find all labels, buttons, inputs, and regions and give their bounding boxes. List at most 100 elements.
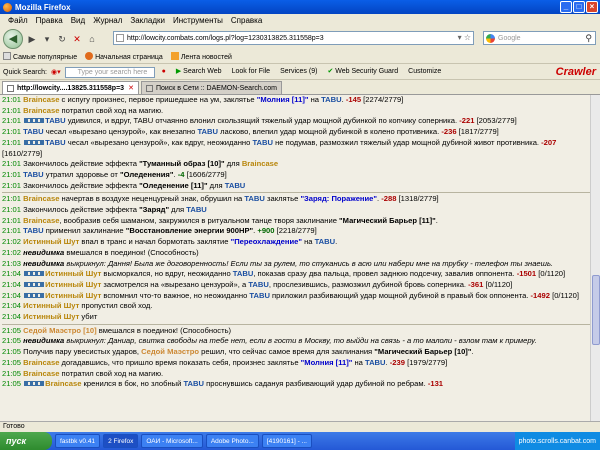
- home-icon[interactable]: ⌂: [86, 32, 98, 46]
- player-name[interactable]: Braincase: [23, 95, 59, 104]
- search-icon[interactable]: ⚲: [585, 33, 592, 44]
- minimize-button[interactable]: _: [560, 1, 572, 13]
- page-icon: [145, 84, 153, 92]
- search-web-button[interactable]: ▶ Search Web: [173, 66, 225, 78]
- close-tab-icon[interactable]: ✕: [128, 84, 134, 92]
- log-text: .: [471, 347, 474, 357]
- player-name[interactable]: Седой Маэстро [10]: [23, 326, 97, 335]
- player-name[interactable]: Истинный Шут: [23, 237, 79, 246]
- player-name[interactable]: TABU: [186, 205, 207, 214]
- tab-combats-log[interactable]: http://lowcity....13825.311558p=3 ✕: [2, 81, 139, 94]
- player-name[interactable]: Braincase: [45, 379, 81, 388]
- player-name[interactable]: Braincase: [242, 159, 278, 168]
- player-name[interactable]: Истинный Шут: [23, 301, 79, 310]
- player-name[interactable]: Braincase: [23, 369, 59, 378]
- taskbar-item[interactable]: ОАИ - Microsoft...: [141, 434, 203, 448]
- log-text: с иcпугу произнес, первое пришедшее на у…: [59, 95, 257, 104]
- log-line: 21:01 Braincase с иcпугу произнес, перво…: [2, 95, 590, 106]
- menu-file[interactable]: Файл: [4, 16, 32, 25]
- menu-history[interactable]: Журнал: [89, 16, 126, 25]
- player-name[interactable]: TABU: [45, 116, 66, 125]
- log-text: вспомнил что-то важное, но неожиданно: [101, 290, 250, 300]
- log-text: для: [224, 159, 242, 169]
- log-text: [2274/2779]: [361, 95, 404, 104]
- taskbar-item[interactable]: 2 Firefox: [103, 434, 139, 448]
- log-line: 21:05 Седой Маэстро [10] вмешался в поед…: [2, 326, 590, 337]
- bookmark-start-page[interactable]: Начальная страница: [85, 52, 163, 61]
- stop-icon[interactable]: ✕: [71, 32, 83, 46]
- player-name[interactable]: невидимка: [23, 336, 64, 345]
- player-name[interactable]: TABU: [248, 280, 269, 289]
- tab-daemon-search[interactable]: Поиск в Сети :: DAEMON-Search.com: [140, 81, 282, 94]
- look-for-file-button[interactable]: Look for File: [229, 66, 274, 78]
- menu-view[interactable]: Вид: [67, 16, 89, 25]
- quick-search-go-icon[interactable]: ●: [159, 66, 169, 78]
- scrollbar-thumb[interactable]: [592, 275, 600, 345]
- page-favicon-icon: [116, 34, 124, 42]
- player-name[interactable]: Braincase: [23, 216, 59, 225]
- player-name[interactable]: TABU: [233, 269, 254, 278]
- log-text: удивился, и вдруг, TABU отчаянно влонил …: [65, 116, 460, 126]
- customize-button[interactable]: Customize: [405, 66, 444, 78]
- menu-tools[interactable]: Инструменты: [169, 16, 227, 25]
- log-line: 21:01 Закончилось действие эффекта "Олед…: [2, 181, 590, 192]
- player-name[interactable]: TABU: [249, 291, 270, 300]
- player-name[interactable]: Braincase: [23, 106, 59, 115]
- damage-value: -221: [459, 116, 475, 126]
- chat-message: выкрикнул: Дання! Была же договоренность…: [64, 258, 554, 268]
- back-button[interactable]: ◀: [3, 28, 23, 49]
- hit-zone-icon: [24, 281, 45, 287]
- player-name[interactable]: TABU: [315, 237, 336, 246]
- window-titlebar[interactable]: Mozilla Firefox _ □ ×: [0, 0, 600, 14]
- bookmarks-toolbar: Самые популярные Начальная страница Лент…: [0, 50, 600, 64]
- player-name[interactable]: TABU: [23, 226, 44, 235]
- address-bar[interactable]: http://lowcity.combats.com/logs.pl?log=1…: [113, 31, 474, 45]
- web-security-guard-button[interactable]: ✔ Web Security Guard: [324, 66, 401, 78]
- player-name[interactable]: невидимка: [23, 248, 64, 257]
- player-name[interactable]: TABU: [45, 138, 66, 147]
- firefox-icon: [3, 2, 12, 12]
- player-name[interactable]: TABU: [365, 358, 386, 367]
- history-dropdown-icon[interactable]: ▾: [41, 32, 53, 46]
- log-line: 21:04 Истинный Шут убит: [2, 312, 590, 323]
- player-name[interactable]: Седой Маэстро: [141, 347, 199, 356]
- log-text: [2218/2779]: [274, 226, 317, 236]
- player-name[interactable]: Истинный Шут: [23, 312, 79, 321]
- player-name[interactable]: невидимка: [23, 259, 64, 268]
- player-name[interactable]: TABU: [252, 138, 273, 147]
- quick-search-toolbar: Quick Search: ◉▾ Type your search here ●…: [0, 65, 600, 80]
- player-name[interactable]: TABU: [225, 181, 246, 190]
- player-name[interactable]: TABU: [183, 379, 204, 388]
- start-button[interactable]: пуск: [0, 432, 52, 450]
- player-name[interactable]: TABU: [197, 127, 218, 136]
- menu-bookmarks[interactable]: Закладки: [126, 16, 169, 25]
- taskbar-item[interactable]: fastbk v0.41: [55, 434, 101, 448]
- player-name[interactable]: Истинный Шут: [45, 291, 101, 300]
- player-name[interactable]: TABU: [244, 194, 265, 203]
- taskbar-item[interactable]: [4190161] - ...: [261, 434, 312, 448]
- services-button[interactable]: Services (9): [277, 66, 320, 78]
- log-line: 21:04 Истинный Шут вспомнил что-то важно…: [2, 291, 590, 302]
- vertical-scrollbar[interactable]: [590, 95, 600, 421]
- quick-search-engine-icon[interactable]: ◉▾: [51, 68, 61, 76]
- player-name[interactable]: TABU: [23, 127, 44, 136]
- player-name[interactable]: Braincase: [23, 194, 59, 203]
- player-name[interactable]: Истинный Шут: [45, 280, 101, 289]
- reload-icon[interactable]: ↻: [56, 32, 68, 46]
- bookmark-most-visited[interactable]: Самые популярные: [3, 52, 77, 61]
- taskbar-item[interactable]: Adobe Photo...: [205, 434, 259, 448]
- close-window-button[interactable]: ×: [586, 1, 598, 13]
- menu-help[interactable]: Справка: [227, 16, 266, 25]
- menu-edit[interactable]: Правка: [32, 16, 67, 25]
- address-go-icon[interactable]: ▾ ☆: [458, 33, 471, 42]
- forward-button[interactable]: ▶: [26, 32, 38, 46]
- search-field[interactable]: Google ⚲: [483, 31, 596, 45]
- bookmark-news-feed[interactable]: Лента новостей: [170, 52, 232, 61]
- maximize-button[interactable]: □: [573, 1, 585, 13]
- player-name[interactable]: TABU: [23, 170, 44, 179]
- player-name[interactable]: Braincase: [23, 358, 59, 367]
- player-name[interactable]: TABU: [321, 95, 342, 104]
- quick-search-input[interactable]: Type your search here: [64, 66, 155, 78]
- player-name[interactable]: Истинный Шут: [45, 269, 101, 278]
- log-time: 21:05: [2, 336, 24, 346]
